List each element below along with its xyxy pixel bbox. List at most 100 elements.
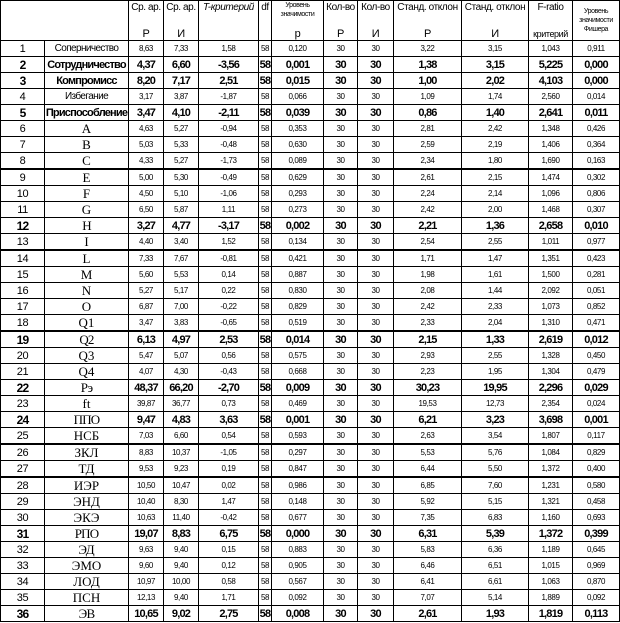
scale-name: A	[44, 120, 129, 137]
scale-name: B	[44, 136, 129, 153]
header-significance: Уровень значимости	[271, 0, 324, 27]
t-value: 0,12	[198, 557, 259, 574]
count-r: 30	[323, 443, 358, 461]
count-i: 30	[357, 185, 394, 202]
std-r: 1,71	[393, 249, 462, 267]
t-value: -3,56	[198, 56, 259, 73]
p-value: 0,629	[271, 168, 324, 186]
scale-name: I	[44, 233, 129, 251]
mean-i: 5,07	[163, 347, 199, 364]
mean-r: 10,50	[128, 476, 164, 494]
std-r: 2,59	[393, 136, 462, 153]
df: 58	[258, 249, 272, 267]
p-value: 0,009	[271, 379, 324, 396]
std-r: 2,61	[393, 168, 462, 186]
df: 58	[258, 427, 272, 445]
std-i: 1,74	[461, 88, 529, 105]
df: 58	[258, 330, 272, 348]
scale-name: Q1	[44, 314, 129, 332]
count-i: 30	[357, 120, 394, 137]
count-r: 30	[323, 541, 358, 558]
scale-name: ППО	[44, 411, 129, 428]
t-value: -0,94	[198, 120, 259, 137]
row-number: 13	[0, 233, 45, 251]
std-i: 3,15	[461, 40, 529, 57]
t-value: -3,17	[198, 217, 259, 234]
mean-i: 5,27	[163, 152, 199, 170]
f-ratio: 1,328	[528, 347, 573, 364]
mean-r: 9,60	[128, 557, 164, 574]
f-ratio: 5,225	[528, 56, 573, 73]
fisher-p: 0,051	[572, 282, 620, 299]
count-i: 30	[357, 314, 394, 332]
mean-r: 5,27	[128, 282, 164, 299]
mean-i: 3,87	[163, 88, 199, 105]
p-value: 0,002	[271, 217, 324, 234]
mean-i: 3,83	[163, 314, 199, 332]
row-number: 17	[0, 298, 45, 315]
scale-name: НСБ	[44, 427, 129, 445]
std-i: 1,61	[461, 266, 529, 283]
fisher-p: 0,399	[572, 525, 620, 542]
p-value: 0,120	[271, 40, 324, 57]
count-i: 30	[357, 589, 394, 606]
row-number: 36	[0, 605, 45, 622]
df: 58	[258, 168, 272, 186]
mean-i: 7,33	[163, 40, 199, 57]
scale-name: C	[44, 152, 129, 170]
scale-name: O	[44, 298, 129, 315]
mean-r: 6,87	[128, 298, 164, 315]
std-i: 19,95	[461, 379, 529, 396]
table-row: 13 I 4,40 3,40 1,52 58 0,134 30 30 2,54 2,55 1,011 0…	[0, 233, 620, 251]
p-value: 0,887	[271, 266, 324, 283]
count-r: 30	[323, 573, 358, 590]
row-number: 19	[0, 330, 45, 348]
df: 58	[258, 573, 272, 590]
t-blank	[198, 27, 259, 41]
mean-r: 3,17	[128, 88, 164, 105]
table-body: 1 Соперничество 8,63 7,33 1,58 58 0,120 30 30 3,2…	[0, 40, 620, 622]
mean-r: 3,47	[128, 314, 164, 332]
mean-r: 19,07	[128, 525, 164, 542]
df: 58	[258, 395, 272, 412]
fisher-p: 0,423	[572, 249, 620, 267]
df-blank	[258, 27, 272, 41]
mean-r: 10,65	[128, 605, 164, 622]
count-r: 30	[323, 460, 358, 478]
f-ratio: 1,321	[528, 493, 573, 510]
row-number: 4	[0, 88, 45, 105]
scale-name: Сотрудничество	[44, 56, 129, 73]
p-value: 0,001	[271, 56, 324, 73]
row-number: 33	[0, 557, 45, 574]
header-std-i: Станд. отклон	[461, 0, 529, 27]
row-number: 27	[0, 460, 45, 478]
count-i: 30	[357, 282, 394, 299]
scale-name: ft	[44, 395, 129, 412]
mean-r: 4,63	[128, 120, 164, 137]
mean-i: 5,10	[163, 185, 199, 202]
mean-r: 5,47	[128, 347, 164, 364]
mean-r: 7,33	[128, 249, 164, 267]
mean-r: 9,47	[128, 411, 164, 428]
t-value: 0,56	[198, 347, 259, 364]
count-r: 30	[323, 88, 358, 105]
f-ratio: 4,103	[528, 72, 573, 89]
std-i: 6,83	[461, 509, 529, 526]
count-i: 30	[357, 168, 394, 186]
df: 58	[258, 282, 272, 299]
mean-i: 6,60	[163, 427, 199, 445]
table-row: 23 ft 39,87 36,77 0,73 58 0,469 30 30 19,53 12,73 2…	[0, 395, 620, 412]
table-row: 11 G 6,50 5,87 1,11 58 0,273 30 30 2,42 2,00 1,468 0…	[0, 201, 620, 218]
count-i: 30	[357, 217, 394, 234]
f-ratio: 1,096	[528, 185, 573, 202]
count-i: 30	[357, 557, 394, 574]
row-number: 22	[0, 379, 45, 396]
df: 58	[258, 152, 272, 170]
header-mean-i: Ср. ар.	[163, 0, 199, 27]
f-ratio: 1,015	[528, 557, 573, 574]
header-std-r: Станд. отклон	[393, 0, 462, 27]
df: 58	[258, 104, 272, 121]
t-value: 0,02	[198, 476, 259, 494]
std-i: 2,55	[461, 233, 529, 251]
row-number: 14	[0, 249, 45, 267]
